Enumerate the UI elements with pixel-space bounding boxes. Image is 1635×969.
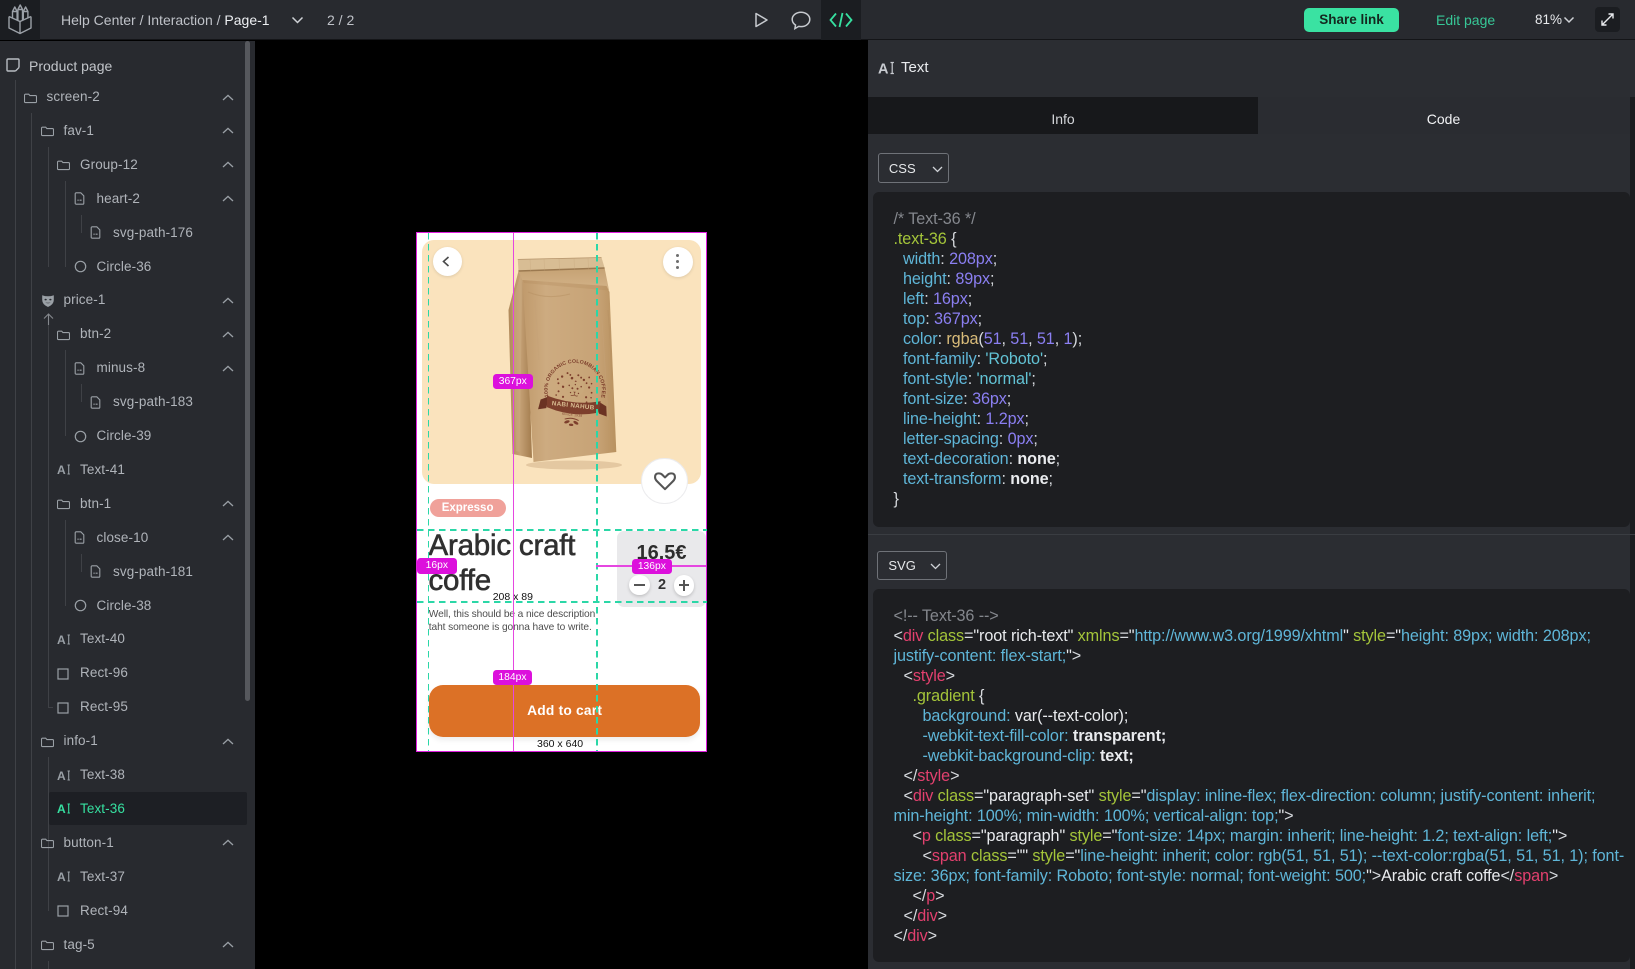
svg-text:A: A bbox=[57, 769, 66, 782]
svg-text:A: A bbox=[57, 870, 66, 883]
svg-text:A: A bbox=[878, 62, 889, 77]
svg-text:A: A bbox=[57, 802, 66, 815]
svg-text:A: A bbox=[57, 633, 66, 646]
svg-text:A: A bbox=[57, 463, 66, 476]
